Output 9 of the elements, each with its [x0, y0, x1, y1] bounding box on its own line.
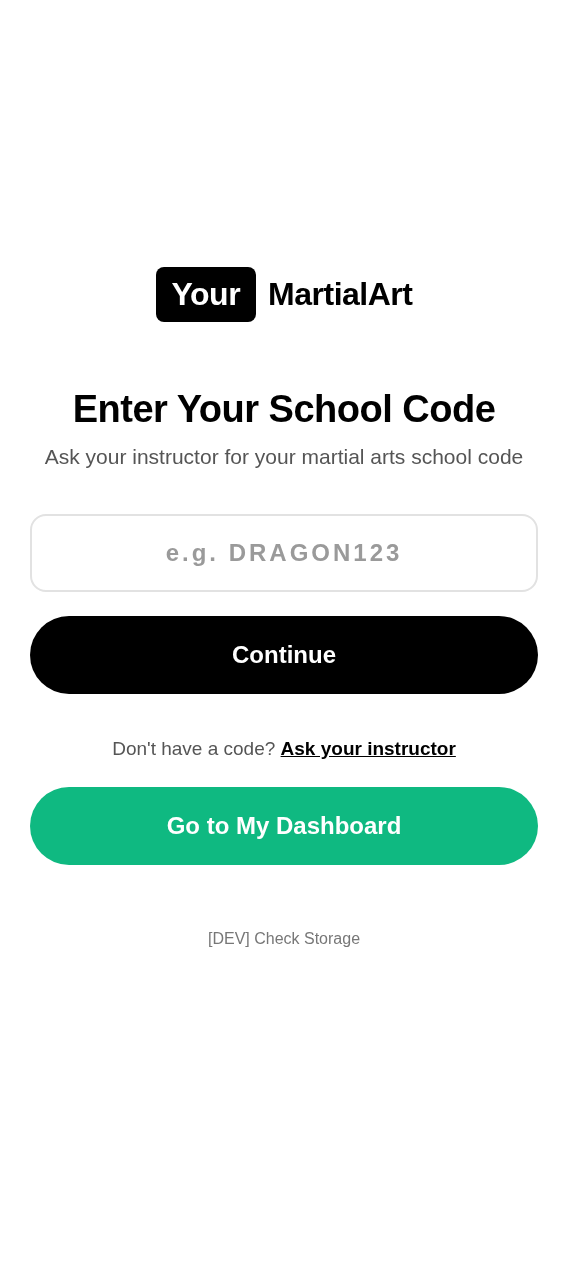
school-code-field[interactable]: e.g. DRAGON123	[30, 514, 538, 592]
help-text: Don't have a code? Ask your instructor	[112, 738, 456, 760]
check-storage-link[interactable]: [DEV] Check Storage	[201, 929, 367, 949]
subtitle: Ask your instructor for your martial arts school code	[44, 444, 524, 470]
ask-instructor-link[interactable]: Ask your instructor	[280, 738, 456, 759]
continue-button[interactable]: Continue	[30, 616, 538, 694]
page-title: Enter Your School Code	[72, 388, 496, 431]
logo-badge: Your	[155, 267, 257, 322]
logo-text: MartialArt	[268, 276, 413, 313]
